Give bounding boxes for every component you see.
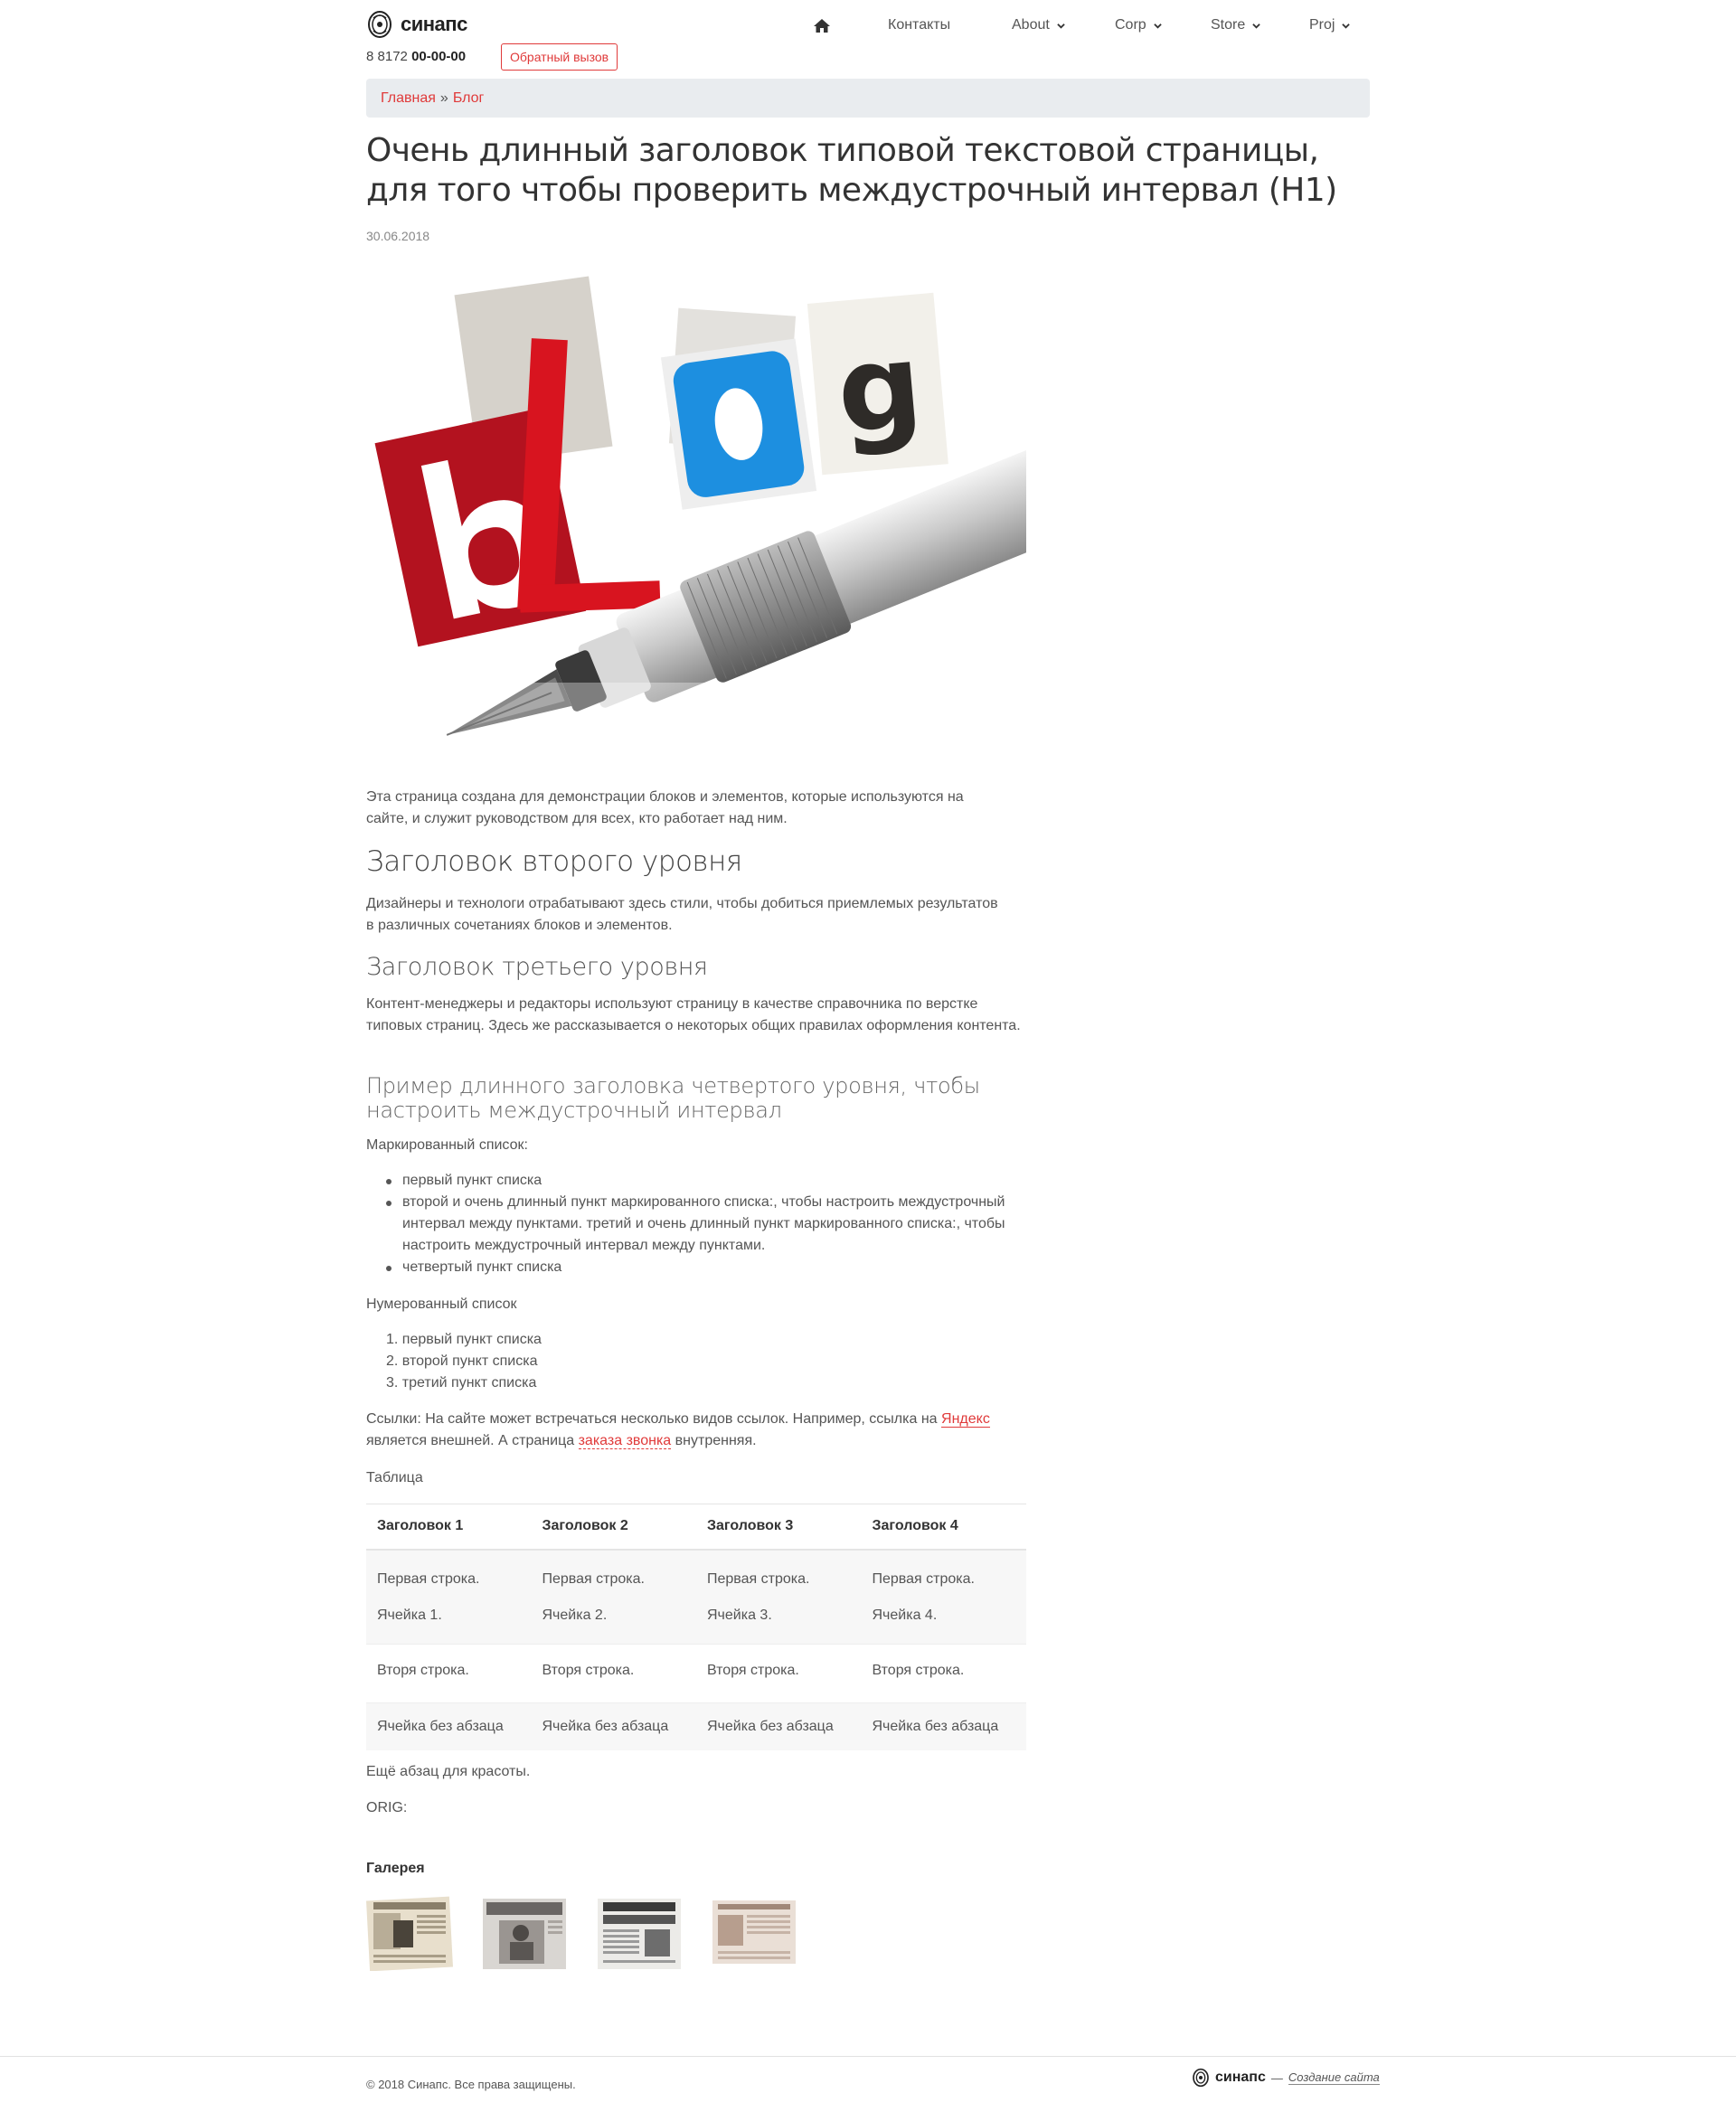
breadcrumb-blog-link[interactable]: Блог <box>453 90 485 107</box>
table-header-cell: Заголовок 4 <box>861 1504 1026 1551</box>
external-link-yandex[interactable]: Яндекс <box>941 1411 990 1428</box>
links-paragraph: Ссылки: На сайте может встречаться неско… <box>366 1409 1026 1452</box>
heading-level-4: Пример длинного заголовка четвертого уро… <box>366 1073 980 1123</box>
phone-number: 8 8172 00-00-00 <box>366 49 466 64</box>
footer-brand-name: синапс <box>1215 2070 1266 2085</box>
table-cell: Ячейка без абзаца <box>696 1702 862 1750</box>
chevron-down-icon <box>1057 23 1065 29</box>
nav-store[interactable]: Store <box>1211 17 1260 33</box>
heading-level-2: Заголовок второго уровня <box>366 845 742 878</box>
nav-proj-label: Proj <box>1309 17 1335 33</box>
gallery <box>366 1895 797 1971</box>
cell-paragraph: Первая строка. <box>377 1570 480 1587</box>
table-header-cell: Заголовок 3 <box>696 1504 862 1551</box>
gallery-thumbnail[interactable] <box>596 1895 683 1971</box>
home-icon <box>814 18 830 33</box>
copyright: © 2018 Синапс. Все права защищены. <box>366 2078 576 2091</box>
table-header-row: Заголовок 1 Заголовок 2 Заголовок 3 Заго… <box>366 1504 1026 1551</box>
post-date: 30.06.2018 <box>366 229 430 243</box>
paragraph-content-managers: Контент-менеджеры и редакторы используют… <box>366 996 1021 1033</box>
table-cell: Ячейка без абзаца <box>531 1702 696 1750</box>
nav-proj[interactable]: Proj <box>1309 17 1351 33</box>
table-cell: Ячейка без абзаца <box>861 1702 1026 1750</box>
logo-mark-icon <box>368 11 392 38</box>
breadcrumb-separator: » <box>439 90 448 106</box>
gallery-title: Галерея <box>366 1861 425 1876</box>
chevron-down-icon <box>1153 23 1162 29</box>
phone-main: 00-00-00 <box>411 49 467 64</box>
list-item: 2. второй пункт списка <box>386 1353 538 1369</box>
list-item: второй и очень длинный пункт маркированн… <box>366 1192 1035 1257</box>
list-item: первый пункт списка <box>366 1170 1035 1192</box>
links-text-2: является внешней. А страница <box>366 1433 579 1448</box>
heading-level-3: Заголовок третьего уровня <box>366 953 708 981</box>
paragraph-designers: Дизайнеры и технологи отрабатывают здесь… <box>366 896 998 933</box>
cell-paragraph: Ячейка 3. <box>707 1607 772 1623</box>
cell-paragraph: Ячейка 2. <box>542 1607 608 1623</box>
page-title: Очень длинный заголовок типовой текстово… <box>366 132 1337 209</box>
table-cell: Первая строка. Ячейка 1. <box>366 1549 532 1645</box>
breadcrumb-home-link[interactable]: Главная <box>381 90 436 107</box>
table-row: Вторя строка. Вторя строка. Вторя строка… <box>366 1644 1026 1703</box>
nav-contacts[interactable]: Контакты <box>888 17 950 33</box>
cell-paragraph: Первая строка. <box>707 1570 810 1587</box>
table-cell: Первая строка. Ячейка 3. <box>696 1549 862 1645</box>
footer-dash: — <box>1270 2070 1283 2085</box>
links-text-3: внутренняя. <box>671 1433 757 1448</box>
links-text-1: Ссылки: На сайте может встречаться неско… <box>366 1411 942 1427</box>
list-item: четвертый пункт списка <box>366 1257 1035 1278</box>
table-header-cell: Заголовок 1 <box>366 1504 532 1551</box>
callback-button[interactable]: Обратный вызов <box>501 43 618 71</box>
svg-text:g: g <box>832 316 928 461</box>
breadcrumb: Главная » Блог <box>366 79 1370 118</box>
nav-corp[interactable]: Corp <box>1115 17 1162 33</box>
cell-paragraph: Первая строка. <box>872 1570 975 1587</box>
gallery-thumbnail[interactable] <box>481 1895 568 1971</box>
nav-about[interactable]: About <box>1012 17 1065 33</box>
site-logo[interactable]: синапс <box>366 7 467 42</box>
gallery-thumbnail[interactable] <box>366 1895 453 1971</box>
footer-brand: синапс — Создание сайта <box>1192 2067 1380 2088</box>
table-cell: Ячейка без абзаца <box>366 1702 532 1750</box>
blog-hero-image: g <box>366 258 1026 759</box>
extra-paragraph: Ещё абзац для красоты. <box>366 1764 531 1779</box>
nav-store-label: Store <box>1211 17 1246 33</box>
nav-home[interactable] <box>814 18 830 33</box>
bullet-list: первый пункт списка второй и очень длинн… <box>366 1170 1035 1278</box>
table-cell: Вторя строка. <box>531 1644 696 1703</box>
table-cell: Вторя строка. <box>696 1644 862 1703</box>
bullet-list-intro: Маркированный список: <box>366 1137 528 1153</box>
table-cell: Первая строка. Ячейка 2. <box>531 1549 696 1645</box>
gallery-thumbnail[interactable] <box>711 1895 797 1971</box>
list-item: 3. третий пункт списка <box>386 1375 537 1391</box>
footer-site-creation-link[interactable]: Создание сайта <box>1288 2070 1380 2085</box>
table-cell: Первая строка. Ячейка 4. <box>861 1549 1026 1645</box>
chevron-down-icon <box>1252 23 1260 29</box>
cell-paragraph: Ячейка 4. <box>872 1607 938 1623</box>
logo-text: синапс <box>401 13 467 35</box>
content-table: Заголовок 1 Заголовок 2 Заголовок 3 Заго… <box>366 1504 1026 1750</box>
table-cell: Вторя строка. <box>861 1644 1026 1703</box>
ordered-list-intro: Нумерованный список <box>366 1296 517 1312</box>
table-header-cell: Заголовок 2 <box>531 1504 696 1551</box>
footer-logo-icon <box>1193 2068 1209 2088</box>
list-item: 1. первый пункт списка <box>386 1332 542 1347</box>
internal-link-callback[interactable]: заказа звонка <box>578 1433 672 1449</box>
chevron-down-icon <box>1342 23 1351 29</box>
nav-about-label: About <box>1012 17 1050 33</box>
phone-prefix: 8 8172 <box>366 49 408 64</box>
nav-corp-label: Corp <box>1115 17 1146 33</box>
cell-paragraph: Ячейка 1. <box>377 1607 442 1623</box>
nav-contacts-label: Контакты <box>888 17 951 33</box>
ordered-list: 1. первый пункт списка 2. второй пункт с… <box>366 1329 542 1394</box>
cell-paragraph: Первая строка. <box>542 1570 645 1587</box>
footer-divider <box>0 2056 1736 2057</box>
table-cell: Вторя строка. <box>366 1644 532 1703</box>
table-row: Первая строка. Ячейка 1. Первая строка. Яч… <box>366 1549 1026 1645</box>
table-intro: Таблица <box>366 1470 423 1485</box>
intro-paragraph: Эта страница создана для демонстрации бл… <box>366 789 964 826</box>
orig-label: ORIG: <box>366 1800 408 1815</box>
table-row: Ячейка без абзаца Ячейка без абзаца Ячей… <box>366 1702 1026 1750</box>
